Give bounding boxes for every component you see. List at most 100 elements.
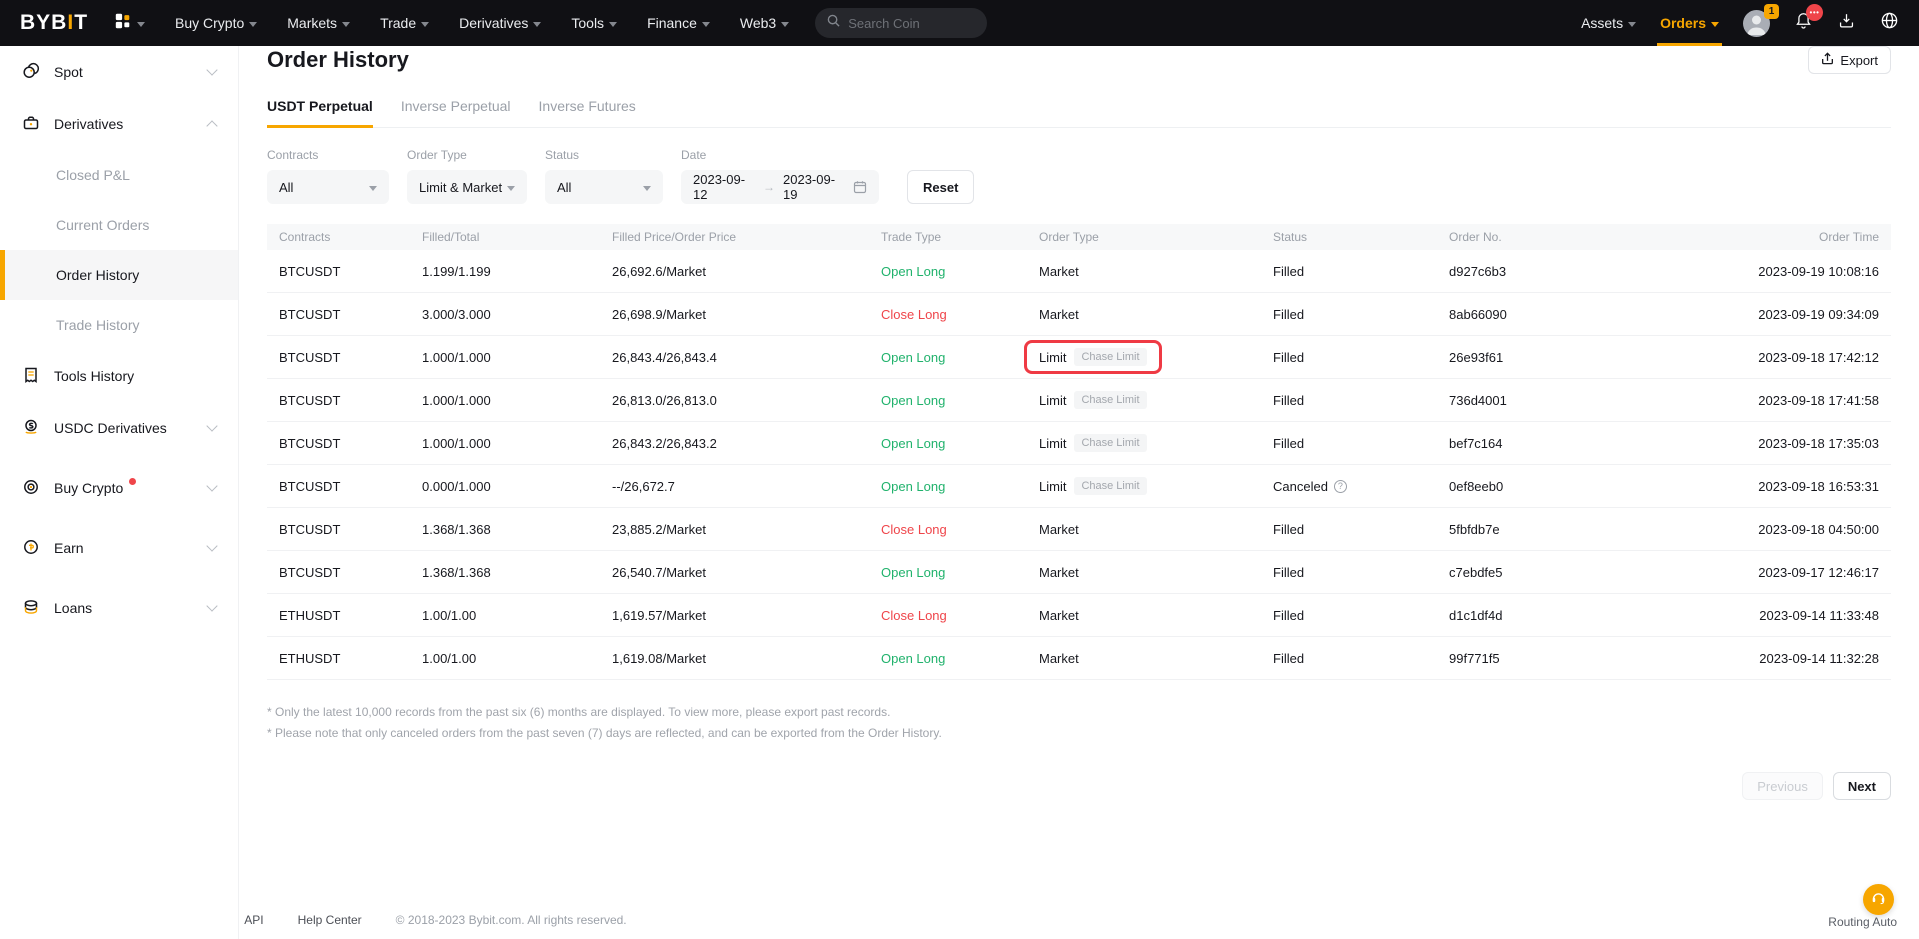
language-button[interactable]: [1880, 11, 1899, 35]
order-type-select[interactable]: Limit & Market: [407, 170, 527, 204]
cell-order-time: 2023-09-18 04:50:00: [1618, 522, 1891, 537]
tab-inverse-perpetual[interactable]: Inverse Perpetual: [401, 98, 511, 127]
status-label: Filled: [1273, 608, 1304, 623]
support-chat-button[interactable]: [1863, 884, 1894, 915]
chevron-down-icon: [137, 22, 145, 27]
previous-page-button[interactable]: Previous: [1742, 772, 1823, 800]
trade-type-label: Open Long: [881, 393, 945, 408]
spot-icon: [22, 62, 40, 83]
sidebar-item-closed-pnl[interactable]: Closed P&L: [0, 150, 238, 200]
earn-icon: [22, 538, 40, 559]
status-filter-label: Status: [545, 148, 663, 162]
cell-filled-total: 1.00/1.00: [410, 651, 600, 666]
sidebar-item-current-orders[interactable]: Current Orders: [0, 200, 238, 250]
sidebar-item-derivatives[interactable]: Derivatives: [0, 98, 238, 150]
status-label: Filled: [1273, 307, 1304, 322]
cell-order-no: 99f771f5: [1437, 651, 1618, 666]
sidebar-item-spot[interactable]: Spot: [0, 46, 238, 98]
sidebar-item-earn[interactable]: Earn: [0, 522, 238, 574]
sidebar-item-tools-history[interactable]: Tools History: [0, 350, 238, 402]
cell-filled-price-order-price: 26,692.6/Market: [600, 264, 869, 279]
order-type-value: Market: [1039, 522, 1079, 537]
col-header-filled-total: Filled/Total: [410, 230, 600, 244]
cell-trade-type: Open Long: [869, 350, 1027, 365]
bybit-logo[interactable]: BYBIT: [20, 11, 88, 35]
cell-order-type: LimitChase Limit: [1027, 434, 1261, 452]
nav-menu-tools[interactable]: Tools: [571, 0, 617, 46]
tab-inverse-futures[interactable]: Inverse Futures: [539, 98, 636, 127]
tab-usdt-perpetual[interactable]: USDT Perpetual: [267, 98, 373, 127]
cell-order-no: 736d4001: [1437, 393, 1618, 408]
cell-filled-price-order-price: 26,540.7/Market: [600, 565, 869, 580]
table-row: BTCUSDT0.000/1.000--/26,672.7Open LongLi…: [267, 465, 1891, 508]
notification-badge: •••: [1806, 4, 1823, 21]
account-avatar[interactable]: 1: [1743, 10, 1770, 37]
order-type-label: Market: [1039, 608, 1079, 623]
trade-type-label: Close Long: [881, 608, 947, 623]
date-range-picker[interactable]: 2023-09-12 → 2023-09-19: [681, 170, 879, 204]
download-icon: [1837, 11, 1856, 35]
chevron-down-icon: [702, 22, 710, 27]
nav-menu-trade[interactable]: Trade: [380, 0, 429, 46]
downloads-button[interactable]: [1837, 11, 1856, 35]
routing-status: Routing Auto: [1828, 915, 1897, 929]
nav-orders[interactable]: Orders: [1660, 0, 1719, 46]
order-type-label: Market: [1039, 307, 1079, 322]
cell-order-type: Market: [1027, 651, 1261, 666]
cell-status: Filled: [1261, 264, 1437, 279]
chase-limit-badge: Chase Limit: [1074, 348, 1146, 366]
order-type-label: Limit: [1039, 436, 1066, 451]
cell-order-type: LimitChase Limit: [1027, 477, 1261, 495]
cell-contracts: ETHUSDT: [267, 608, 410, 623]
cell-order-time: 2023-09-19 10:08:16: [1618, 264, 1891, 279]
nav-menu-finance[interactable]: Finance: [647, 0, 710, 46]
cell-order-time: 2023-09-19 09:34:09: [1618, 307, 1891, 322]
sidebar-item-usdc-derivatives[interactable]: USDC Derivatives: [0, 402, 238, 454]
sidebar-item-loans[interactable]: Loans: [0, 582, 238, 634]
notification-dot: [129, 478, 136, 485]
apps-grid-icon: [114, 12, 132, 35]
nav-menu-markets[interactable]: Markets: [287, 0, 350, 46]
chevron-down-icon: [206, 600, 217, 611]
status-select[interactable]: All: [545, 170, 663, 204]
next-page-button[interactable]: Next: [1833, 772, 1891, 800]
nav-menu-derivatives[interactable]: Derivatives: [459, 0, 541, 46]
reset-button[interactable]: Reset: [907, 170, 974, 204]
sidebar-item-trade-history[interactable]: Trade History: [0, 300, 238, 350]
sidebar-item-label: Earn: [54, 540, 84, 556]
sidebar-item-buy-crypto[interactable]: Buy Crypto: [0, 462, 238, 514]
cell-filled-total: 3.000/3.000: [410, 307, 600, 322]
product-tabs: USDT Perpetual Inverse Perpetual Inverse…: [267, 98, 1891, 128]
cell-trade-type: Open Long: [869, 436, 1027, 451]
nav-assets[interactable]: Assets: [1581, 0, 1636, 46]
apps-grid-button[interactable]: [114, 12, 145, 35]
avatar-badge: 1: [1764, 4, 1779, 19]
footer-link-api[interactable]: API: [244, 913, 263, 927]
cell-status: Filled: [1261, 307, 1437, 322]
order-type-value: Market: [1039, 264, 1079, 279]
export-button[interactable]: Export: [1808, 46, 1891, 74]
order-type-highlight-box: LimitChase Limit: [1024, 340, 1162, 374]
chevron-down-icon: [249, 22, 257, 27]
cell-order-time: 2023-09-18 17:41:58: [1618, 393, 1891, 408]
coin-search[interactable]: [815, 8, 987, 38]
nav-menu-buy-crypto[interactable]: Buy Crypto: [175, 0, 257, 46]
chevron-down-icon: [1628, 22, 1636, 27]
cell-filled-total: 1.368/1.368: [410, 522, 600, 537]
footer-link-help-center[interactable]: Help Center: [298, 913, 362, 927]
cell-status: Filled: [1261, 436, 1437, 451]
notifications-button[interactable]: •••: [1794, 11, 1813, 35]
table-row: BTCUSDT3.000/3.00026,698.9/MarketClose L…: [267, 293, 1891, 336]
cell-trade-type: Close Long: [869, 608, 1027, 623]
trade-type-label: Open Long: [881, 264, 945, 279]
cell-contracts: BTCUSDT: [267, 264, 410, 279]
status-label: Canceled: [1273, 479, 1328, 494]
nav-menu-web3[interactable]: Web3: [740, 0, 789, 46]
contracts-select[interactable]: All: [267, 170, 389, 204]
sidebar-item-order-history[interactable]: Order History: [0, 250, 238, 300]
sidebar-item-label: Buy Crypto: [54, 480, 123, 496]
sidebar-item-label: USDC Derivatives: [54, 420, 167, 436]
search-input[interactable]: [848, 16, 968, 31]
canceled-help-icon[interactable]: ?: [1334, 480, 1347, 493]
order-type-label: Limit: [1039, 479, 1066, 494]
